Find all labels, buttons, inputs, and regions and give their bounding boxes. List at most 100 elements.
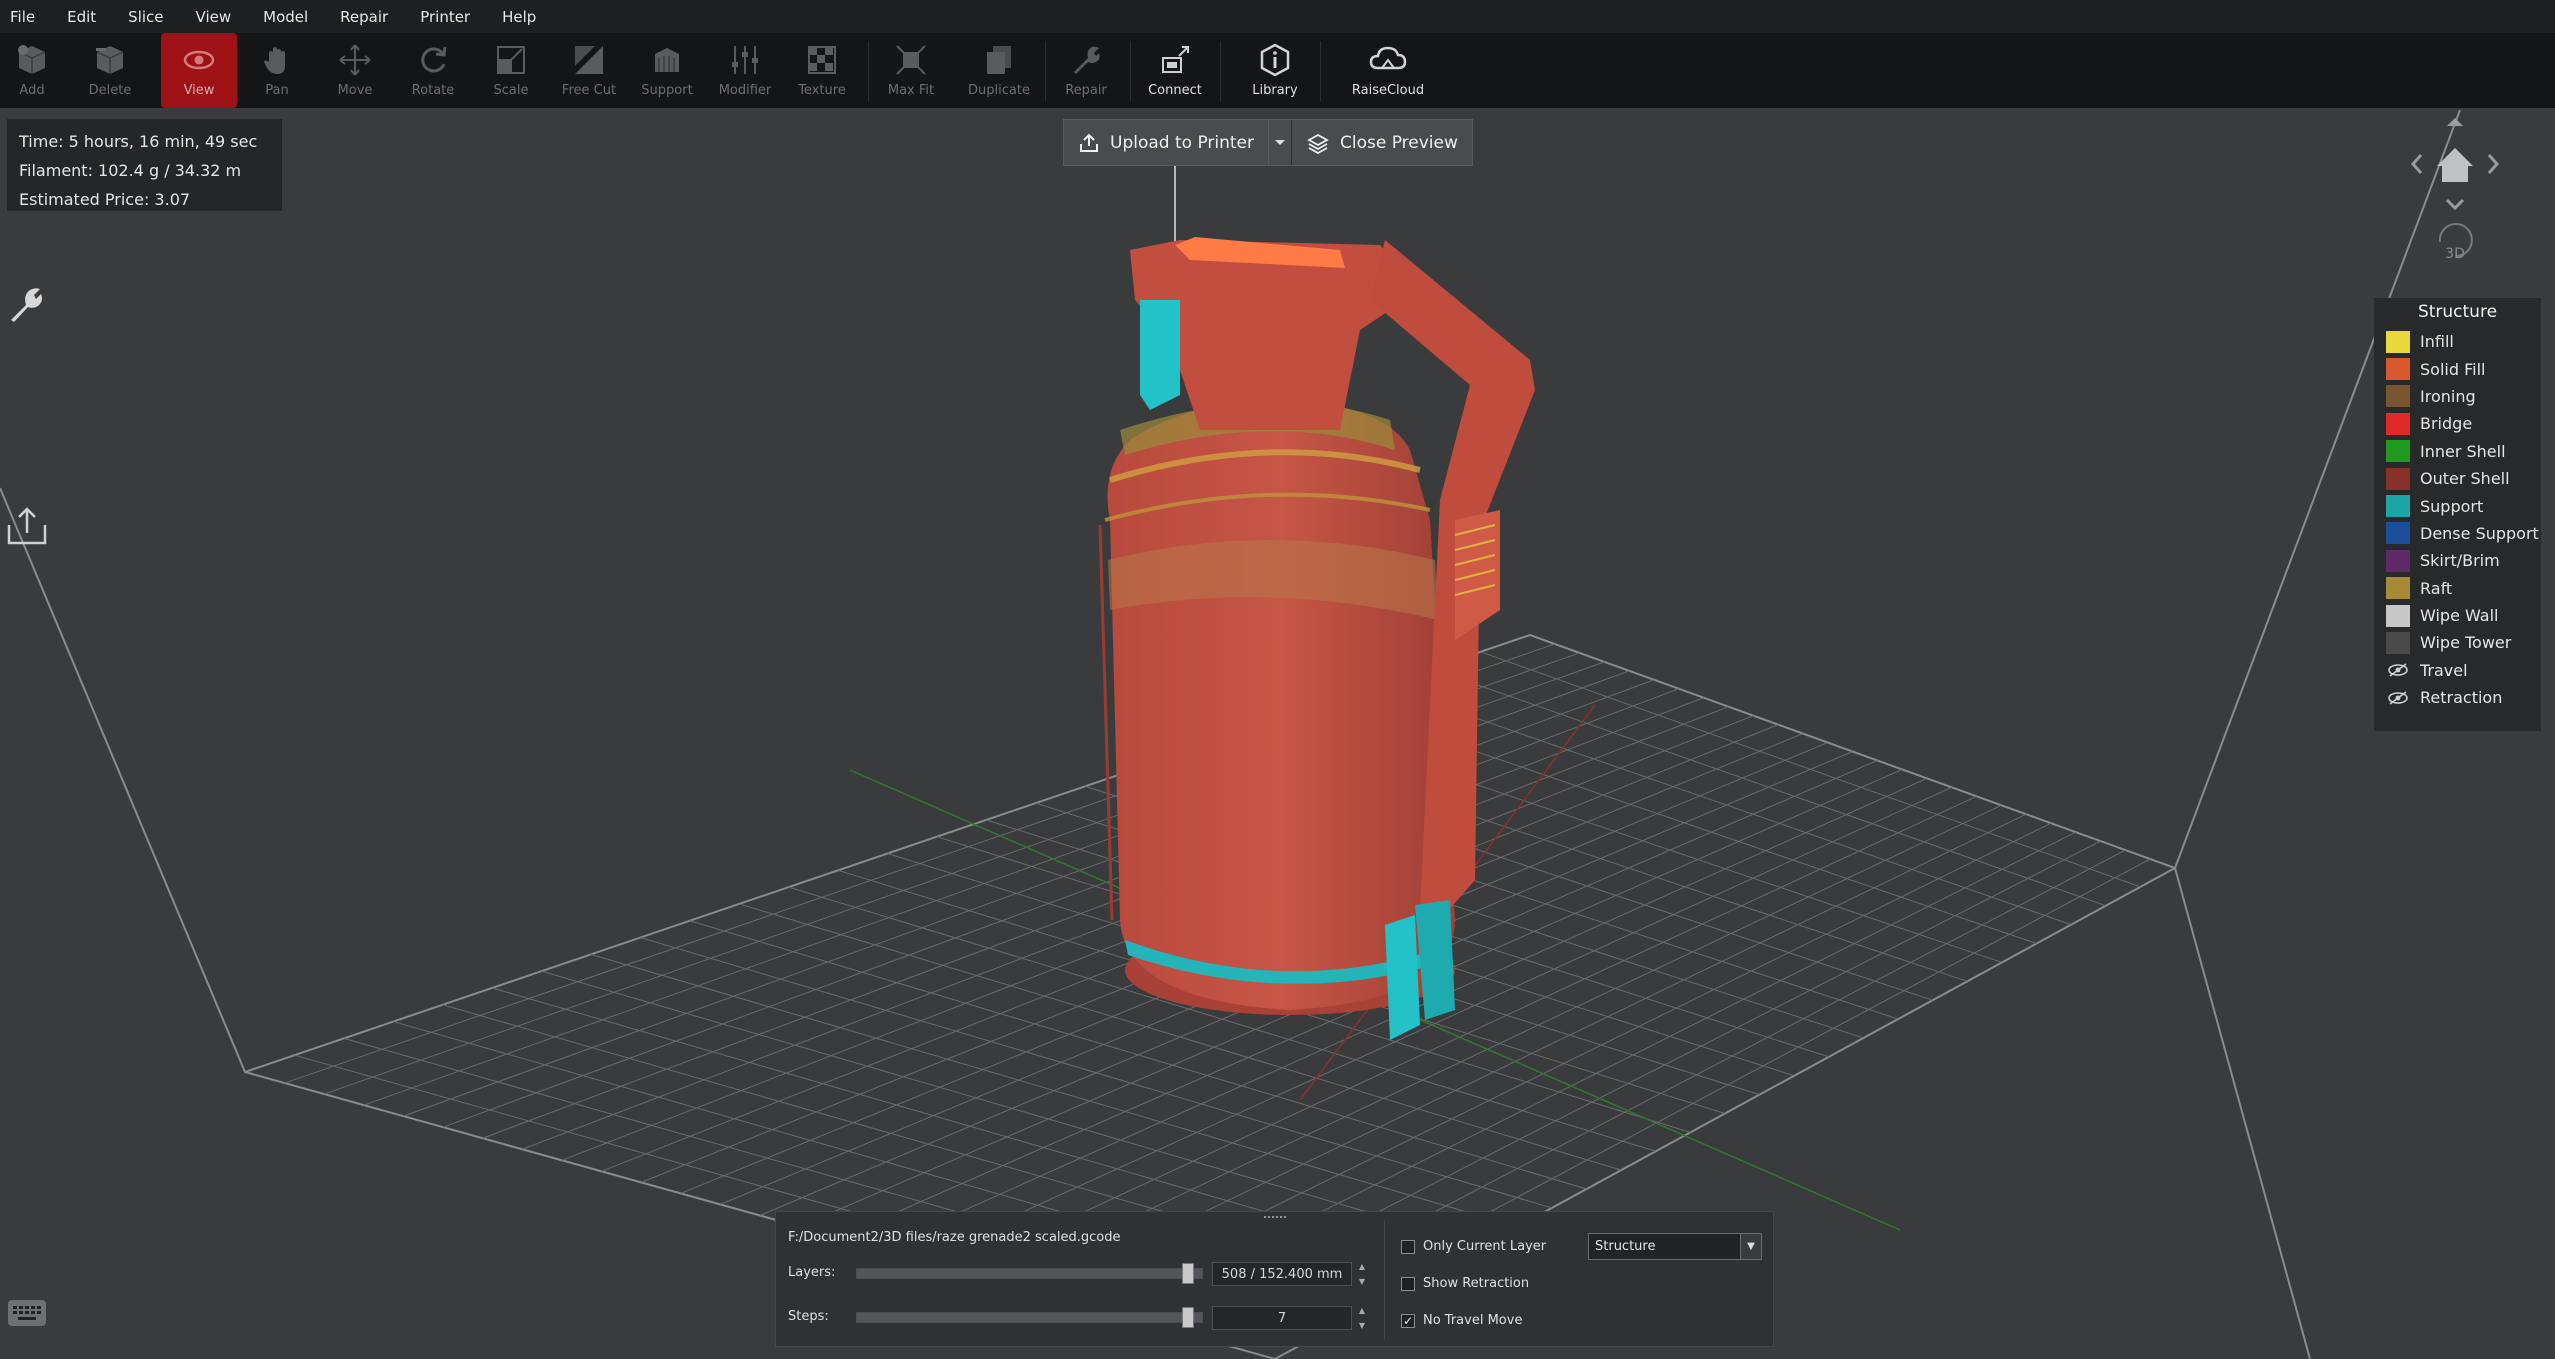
legend-color-swatch: [2386, 385, 2410, 408]
legend-color-swatch: [2386, 549, 2410, 572]
spin-down-icon[interactable]: ▼: [1359, 1321, 1365, 1330]
wrench-side-icon[interactable]: [6, 284, 46, 328]
no-travel-move-label: No Travel Move: [1423, 1313, 1523, 1328]
library-button[interactable]: Library: [1237, 33, 1313, 108]
legend-color-swatch: [2386, 495, 2410, 518]
menu-model[interactable]: Model: [253, 8, 308, 26]
no-travel-move-checkbox[interactable]: ✓ No Travel Move: [1401, 1313, 1522, 1328]
legend-item[interactable]: Dense Support: [2374, 520, 2541, 547]
spin-up-icon[interactable]: ▲: [1359, 1262, 1365, 1271]
toolbar-separator: [1220, 41, 1221, 101]
modifier-button[interactable]: Modifier: [707, 33, 783, 108]
steps-slider[interactable]: [856, 1307, 1203, 1328]
panel-drag-handle[interactable]: [1264, 1216, 1286, 1224]
view-button[interactable]: View: [161, 33, 237, 108]
add-button[interactable]: Add: [0, 33, 70, 108]
legend-item[interactable]: Outer Shell: [2374, 465, 2541, 492]
legend-item-label: Dense Support: [2420, 523, 2539, 543]
support-button[interactable]: Support: [629, 33, 705, 108]
connect-button[interactable]: Connect: [1137, 33, 1213, 108]
arrow-up-icon: [2447, 118, 2463, 126]
legend-item[interactable]: Solid Fill: [2374, 355, 2541, 382]
steps-value-field[interactable]: 7: [1212, 1306, 1352, 1330]
legend-item-label: Inner Shell: [2420, 441, 2506, 461]
upload-icon: [1080, 133, 1098, 152]
legend-item[interactable]: Raft: [2374, 575, 2541, 602]
panel-divider: [1384, 1220, 1385, 1340]
legend-item-label: Solid Fill: [2420, 359, 2486, 379]
view-mode-select[interactable]: Structure ▼: [1588, 1233, 1762, 1260]
legend-item[interactable]: Ironing: [2374, 383, 2541, 410]
3d-viewport[interactable]: [0, 108, 2555, 1359]
arrow-left-icon: [2410, 154, 2423, 174]
cut-icon: [568, 39, 610, 81]
menu-edit[interactable]: Edit: [57, 8, 96, 26]
menu-view[interactable]: View: [186, 8, 232, 26]
move-button[interactable]: Move: [317, 33, 393, 108]
legend-color-swatch: [2386, 358, 2410, 381]
layers-slider-thumb[interactable]: [1182, 1263, 1194, 1284]
steps-spinner[interactable]: ▲ ▼: [1354, 1306, 1370, 1330]
free-cut-label: Free Cut: [561, 83, 617, 98]
layers-value-field[interactable]: 508 / 152.400 mm: [1212, 1262, 1352, 1286]
add-label: Add: [19, 83, 45, 98]
legend-item[interactable]: Wipe Tower: [2374, 629, 2541, 656]
menu-repair[interactable]: Repair: [330, 8, 388, 26]
legend-title: Structure: [2417, 302, 2498, 322]
library-label: Library: [1252, 83, 1298, 98]
repair-button[interactable]: Repair: [1048, 33, 1124, 108]
max-fit-label: Max Fit: [887, 83, 935, 98]
structure-legend: Structure Infill Solid Fill Ironing Bridge I…: [2374, 298, 2541, 731]
upload-to-printer-button[interactable]: Upload to Printer: [1064, 120, 1268, 165]
menu-file[interactable]: File: [0, 8, 35, 26]
duplicate-button[interactable]: Duplicate: [961, 33, 1037, 108]
legend-item-label: Ironing: [2420, 386, 2476, 406]
spin-up-icon[interactable]: ▲: [1359, 1306, 1365, 1315]
legend-item[interactable]: Skirt/Brim: [2374, 547, 2541, 574]
chevron-down-icon[interactable]: ▼: [1740, 1234, 1761, 1259]
home-icon: [2437, 148, 2473, 182]
legend-item[interactable]: Support: [2374, 492, 2541, 519]
checkbox-box[interactable]: [1401, 1239, 1415, 1254]
connect-label: Connect: [1148, 83, 1202, 98]
steps-slider-thumb[interactable]: [1182, 1307, 1194, 1328]
legend-item[interactable]: Wipe Wall: [2374, 602, 2541, 629]
only-current-layer-checkbox[interactable]: Only Current Layer: [1401, 1239, 1546, 1254]
legend-item[interactable]: Bridge: [2374, 410, 2541, 437]
layers-slider[interactable]: [856, 1263, 1203, 1284]
legend-item[interactable]: Inner Shell: [2374, 438, 2541, 465]
scale-label: Scale: [493, 83, 529, 98]
legend-retraction-label: Retraction: [2420, 688, 2503, 708]
legend-item[interactable]: Infill: [2374, 328, 2541, 355]
layer-preview-panel: F:/Document2/3D files/raze grenade2 scal…: [775, 1211, 1774, 1347]
raisecloud-button[interactable]: RaiseCloud: [1350, 33, 1426, 108]
legend-item-label: Wipe Tower: [2420, 633, 2512, 653]
pan-label: Pan: [265, 83, 289, 98]
show-retraction-checkbox[interactable]: Show Retraction: [1401, 1276, 1529, 1291]
menu-printer[interactable]: Printer: [410, 8, 470, 26]
upload-options-dropdown[interactable]: [1268, 120, 1291, 165]
max-fit-button[interactable]: Max Fit: [873, 33, 949, 108]
legend-retraction-toggle[interactable]: Retraction: [2374, 684, 2541, 711]
hand-icon: [256, 39, 298, 81]
layers-spinner[interactable]: ▲ ▼: [1354, 1262, 1370, 1286]
close-preview-button[interactable]: Close Preview: [1291, 120, 1472, 165]
export-side-icon[interactable]: [6, 505, 48, 551]
menu-help[interactable]: Help: [492, 8, 536, 26]
rotate-button[interactable]: Rotate: [395, 33, 471, 108]
delete-button[interactable]: Delete: [72, 33, 148, 108]
texture-button[interactable]: Texture: [784, 33, 860, 108]
free-cut-button[interactable]: Free Cut: [551, 33, 627, 108]
view-navigation: 3D: [2400, 110, 2510, 280]
checkbox-box[interactable]: [1401, 1276, 1415, 1291]
print-time: Time: 5 hours, 16 min, 49 sec: [19, 132, 258, 151]
spin-down-icon[interactable]: ▼: [1359, 1277, 1365, 1286]
menu-slice[interactable]: Slice: [118, 8, 163, 26]
pan-button[interactable]: Pan: [239, 33, 315, 108]
scale-button[interactable]: Scale: [473, 33, 549, 108]
legend-travel-toggle[interactable]: Travel: [2374, 657, 2541, 684]
legend-color-swatch: [2386, 522, 2410, 545]
layers-slider-fill: [857, 1269, 1202, 1278]
checkbox-box[interactable]: ✓: [1401, 1313, 1415, 1328]
keyboard-icon[interactable]: [8, 1300, 46, 1326]
